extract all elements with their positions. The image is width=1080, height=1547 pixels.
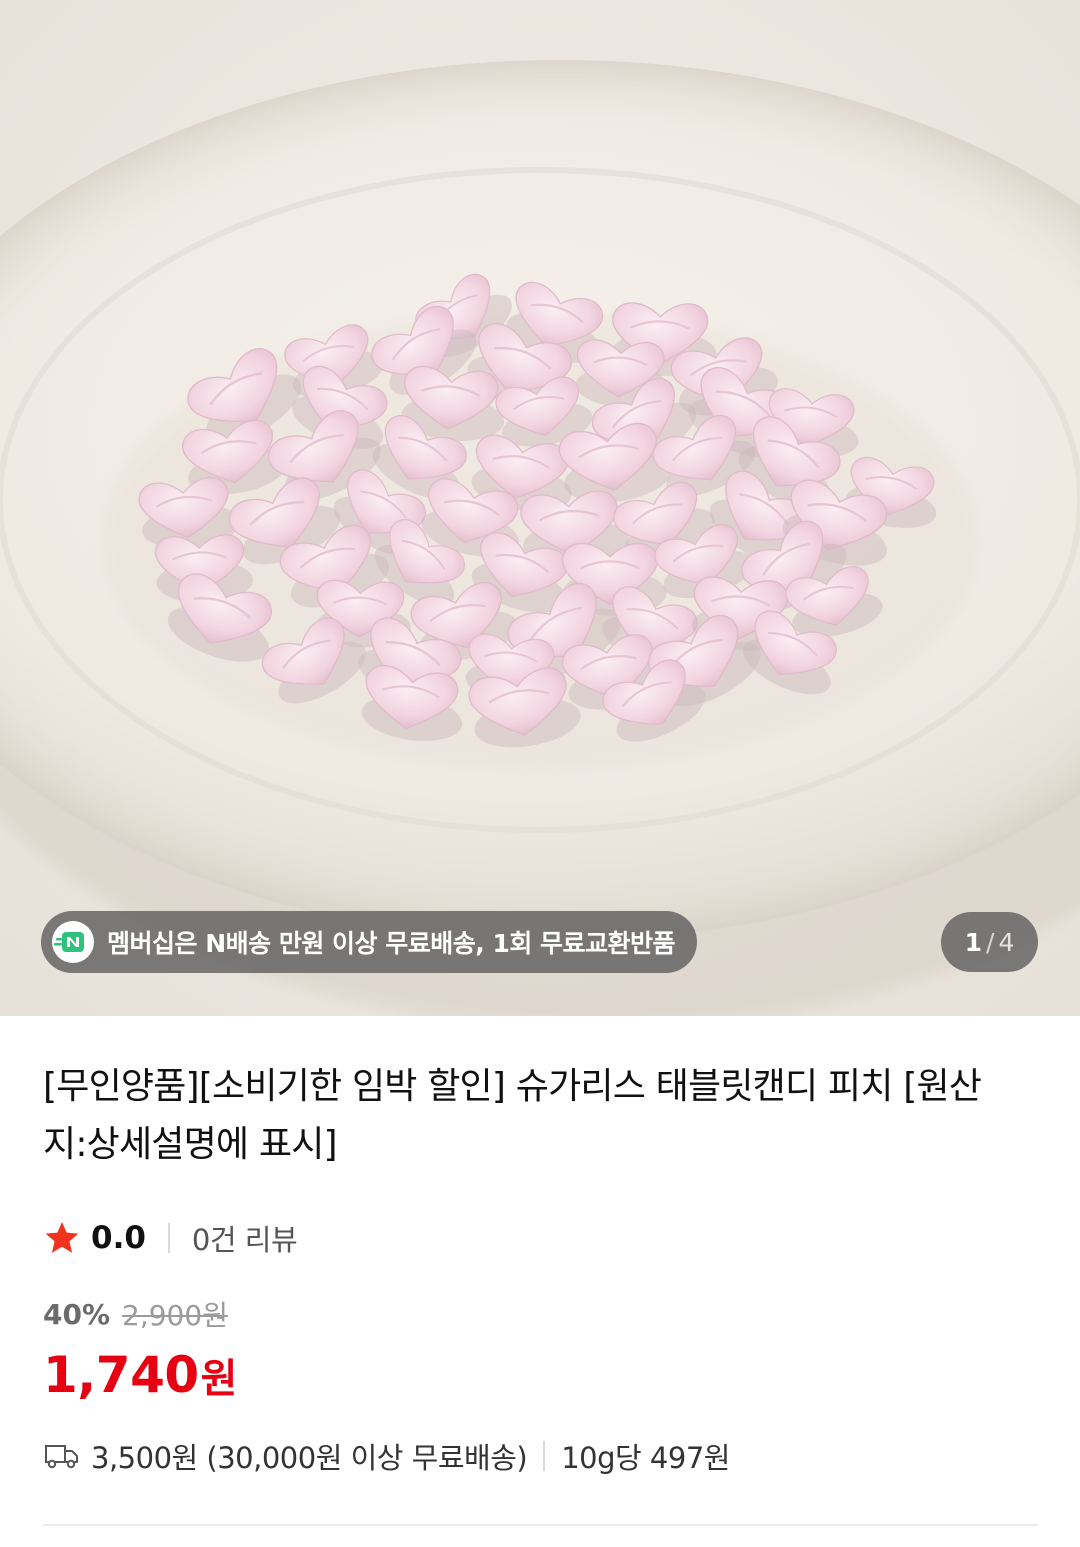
discount-info: 40% 2,900원	[43, 1292, 228, 1336]
star-icon	[45, 1221, 79, 1253]
original-price: 2,900원	[122, 1299, 228, 1332]
image-page-counter: 1 / 4	[941, 912, 1038, 972]
current-page: 1	[964, 927, 983, 957]
product-image-gallery[interactable]: 멤버십은 N배송 만원 이상 무료배송, 1회 무료교환반품 1 / 4	[0, 0, 1080, 1016]
product-photo[interactable]	[0, 0, 1080, 1016]
section-divider	[43, 1524, 1038, 1526]
review-count-link[interactable]: 0건 리뷰	[192, 1217, 298, 1259]
page-separator: /	[986, 927, 995, 957]
shipping-divider	[543, 1441, 546, 1471]
sale-price-unit: 원	[200, 1356, 238, 1402]
membership-benefit-badge[interactable]: 멤버십은 N배송 만원 이상 무료배송, 1회 무료교환반품	[41, 911, 698, 973]
discount-rate: 40%	[43, 1297, 111, 1331]
truck-icon	[45, 1445, 78, 1469]
product-title: [무인양품][소비기한 임박 할인] 슈가리스 태블릿캔디 피치 [원산지:상세…	[43, 1066, 982, 1165]
unit-price: 10g당 497원	[561, 1441, 730, 1475]
n-delivery-icon	[52, 921, 94, 963]
shipping-info: 3,500원 (30,000원 이상 무료배송) 10g당 497원	[43, 1432, 730, 1480]
sale-price-amount: 1,740	[43, 1346, 199, 1404]
rating-divider	[167, 1223, 170, 1253]
rating-summary[interactable]: 0.0 0건 리뷰	[43, 1214, 298, 1262]
membership-badge-text: 멤버십은 N배송 만원 이상 무료배송, 1회 무료교환반품	[107, 929, 676, 958]
shipping-fee: 3,500원 (30,000원 이상 무료배송)	[91, 1441, 528, 1475]
total-pages: 4	[998, 927, 1015, 957]
sale-price: 1,740 원	[43, 1346, 237, 1412]
rating-score: 0.0	[91, 1220, 146, 1256]
